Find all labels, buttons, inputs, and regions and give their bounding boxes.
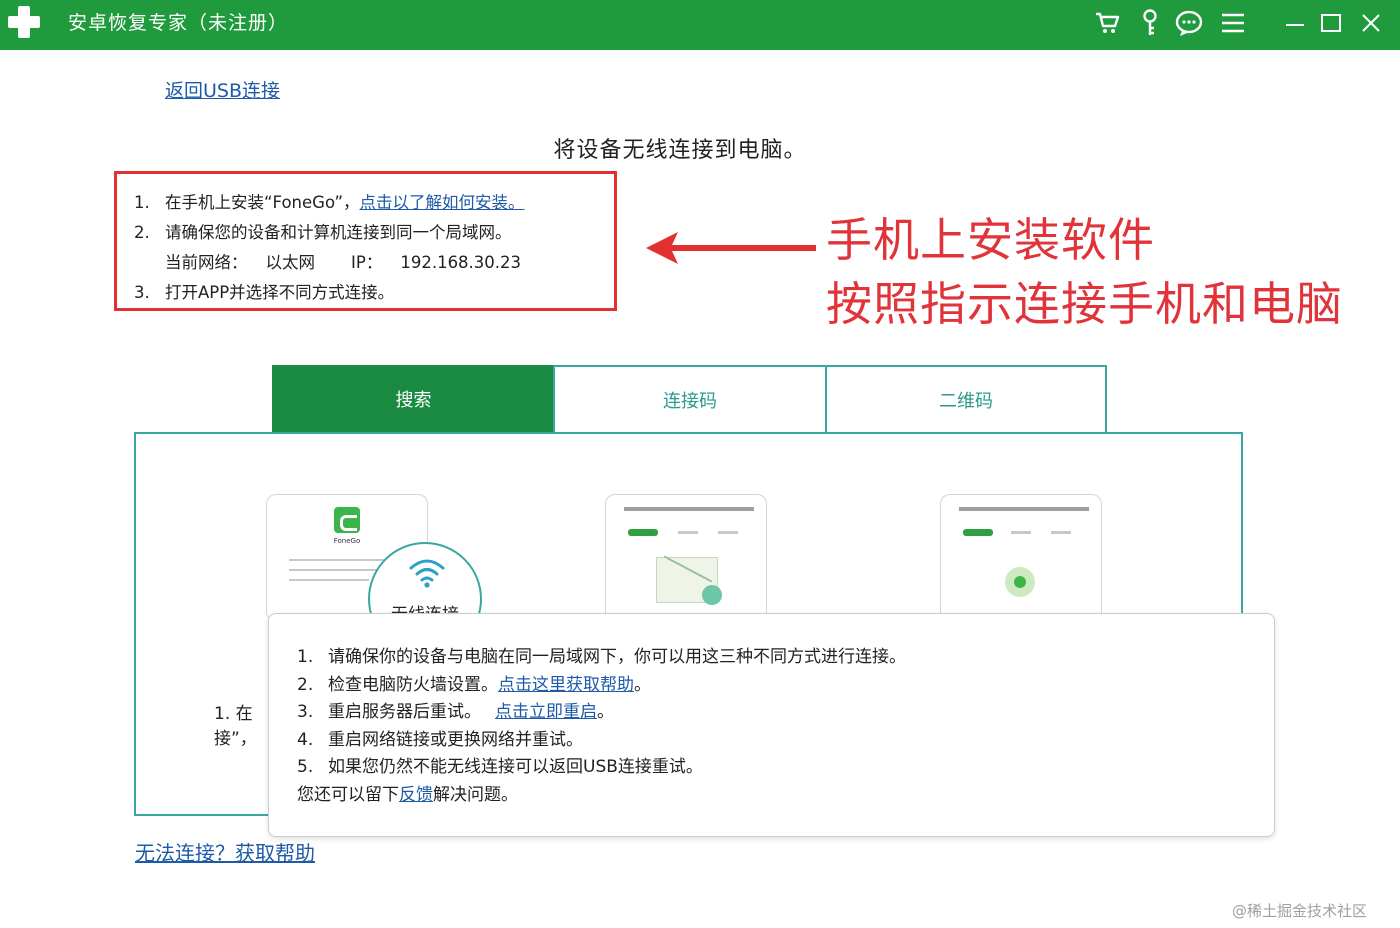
phone-preview-card-code: [605, 494, 767, 622]
key-icon[interactable]: [1133, 6, 1167, 40]
popup-item-5: 5. 如果您仍然不能无线连接可以返回USB连接重试。: [297, 757, 703, 777]
minimize-icon[interactable]: [1278, 6, 1312, 40]
popup-footer: 您还可以留下反馈解决问题。: [297, 784, 518, 805]
wifi-icon: [409, 559, 445, 588]
restart-now-link[interactable]: 点击立即重启: [495, 702, 597, 722]
fonego-logo-icon: [334, 507, 360, 533]
close-icon[interactable]: [1354, 6, 1388, 40]
maximize-icon[interactable]: [1314, 6, 1348, 40]
instruction-item-3: 3. 打开APP并选择不同方式连接。: [134, 283, 395, 302]
ip-value: 192.168.30.23: [400, 253, 522, 272]
network-info: 当前网络： 以太网 IP： 192.168.30.23: [134, 248, 614, 278]
cannot-connect-help-link[interactable]: 无法连接？获取帮助: [135, 837, 315, 866]
network-label: 当前网络：: [165, 253, 248, 272]
scan-icon: [1005, 567, 1035, 597]
tab-search[interactable]: 搜索: [272, 365, 555, 433]
instructions-box: 1. 在手机上安装“FoneGo”，点击以了解如何安装。 2. 请确保您的设备和计算…: [114, 171, 617, 311]
menu-icon[interactable]: [1216, 6, 1250, 40]
back-to-usb-link[interactable]: 返回USB连接: [165, 76, 280, 103]
annotation-arrow-icon: [646, 232, 816, 264]
troubleshoot-popup: 1. 请确保你的设备与电脑在同一局域网下，你可以用这三种不同方式进行连接。 2. 检…: [268, 613, 1275, 837]
firewall-help-link[interactable]: 点击这里获取帮助: [498, 675, 634, 695]
hidden-panel-text: 1. 在 接”，: [214, 704, 257, 749]
popup-item-2: 2. 检查电脑防火墙设置。点击这里获取帮助。: [297, 674, 651, 695]
popup-item-1: 1. 请确保你的设备与电脑在同一局域网下，你可以用这三种不同方式进行连接。: [297, 647, 906, 667]
instruction-item-1: 1. 在手机上安装“FoneGo”，点击以了解如何安装。: [134, 193, 525, 212]
instruction-item-2: 2. 请确保您的设备和计算机连接到同一个局域网。: [134, 223, 512, 242]
watermark: @稀土掘金技术社区: [1232, 902, 1368, 920]
connect-badge-icon: [702, 585, 722, 605]
network-value: 以太网: [265, 253, 316, 272]
install-help-link[interactable]: 点击以了解如何安装。: [360, 193, 525, 212]
annotation-line-1: 手机上安装软件: [826, 213, 1155, 267]
fonego-app-name: FoneGo: [333, 537, 361, 545]
chat-icon[interactable]: [1172, 6, 1206, 40]
tab-connection-code[interactable]: 连接码: [553, 365, 827, 433]
app-logo-icon: [6, 4, 42, 40]
popup-item-3: 3. 重启服务器后重试。 点击立即重启。: [297, 702, 614, 722]
phone-preview-card-qr: [940, 494, 1102, 622]
popup-item-4: 4. 重启网络链接或更换网络并重试。: [297, 729, 583, 750]
page-heading: 将设备无线连接到电脑。: [553, 138, 807, 163]
app-title: 安卓恢复专家（未注册）: [68, 12, 289, 34]
title-bar: 安卓恢复专家（未注册）: [0, 0, 1400, 50]
annotation-line-2: 按照指示连接手机和电脑: [826, 277, 1343, 331]
tab-qr-code[interactable]: 二维码: [825, 365, 1107, 433]
cart-icon[interactable]: [1090, 6, 1124, 40]
ip-label: IP：: [351, 253, 383, 272]
feedback-link[interactable]: 反馈: [399, 785, 433, 805]
